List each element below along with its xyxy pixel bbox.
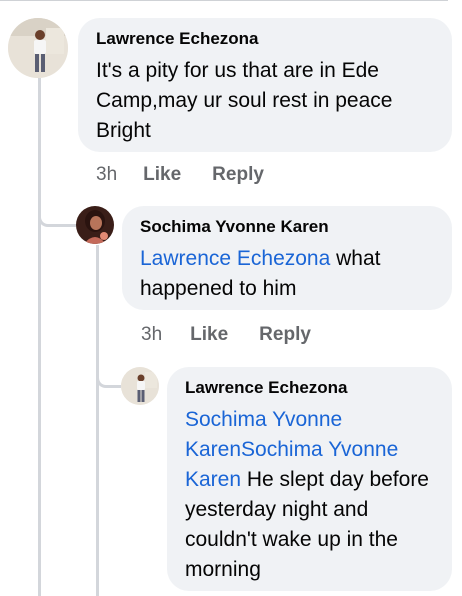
comment-text: Lawrence Echezona what happened to him: [140, 244, 434, 304]
thread-connector-reply-1: [38, 190, 77, 227]
comment-bubble: Sochima Yvonne Karen Lawrence Echezona w…: [122, 206, 452, 310]
mention-link[interactable]: Lawrence Echezona: [140, 247, 330, 270]
comment-timestamp[interactable]: 3h: [141, 324, 162, 346]
thread-line-main: [38, 78, 41, 596]
person-photo-icon: [8, 18, 68, 78]
person-photo-icon: [121, 367, 159, 405]
comment-actions: 3h Like Reply: [141, 324, 311, 346]
comment-text: Sochima Yvonne KarenSochima Yvonne Karen…: [185, 405, 434, 585]
avatar[interactable]: [121, 367, 159, 405]
comment-actions: 3h Like Reply: [96, 164, 264, 186]
person-photo-icon: [76, 206, 114, 244]
comment-author[interactable]: Lawrence Echezona: [185, 377, 434, 399]
avatar[interactable]: [76, 206, 114, 244]
like-button[interactable]: Like: [190, 324, 228, 346]
comment-bubble: Lawrence Echezona It's a pity for us tha…: [78, 18, 452, 152]
thread-connector-reply-2: [96, 355, 121, 388]
reply-button[interactable]: Reply: [212, 164, 264, 186]
comment-bubble: Lawrence Echezona Sochima Yvonne KarenSo…: [167, 367, 452, 591]
top-divider: [0, 0, 448, 1]
comment-author[interactable]: Lawrence Echezona: [96, 28, 434, 50]
like-button[interactable]: Like: [143, 164, 181, 186]
thread-line-reply-1: [96, 245, 99, 596]
comment-text: It's a pity for us that are in Ede Camp,…: [96, 59, 393, 142]
comment-author[interactable]: Sochima Yvonne Karen: [140, 216, 434, 238]
comment-timestamp[interactable]: 3h: [96, 164, 117, 186]
avatar[interactable]: [8, 18, 68, 78]
reply-button[interactable]: Reply: [259, 324, 311, 346]
